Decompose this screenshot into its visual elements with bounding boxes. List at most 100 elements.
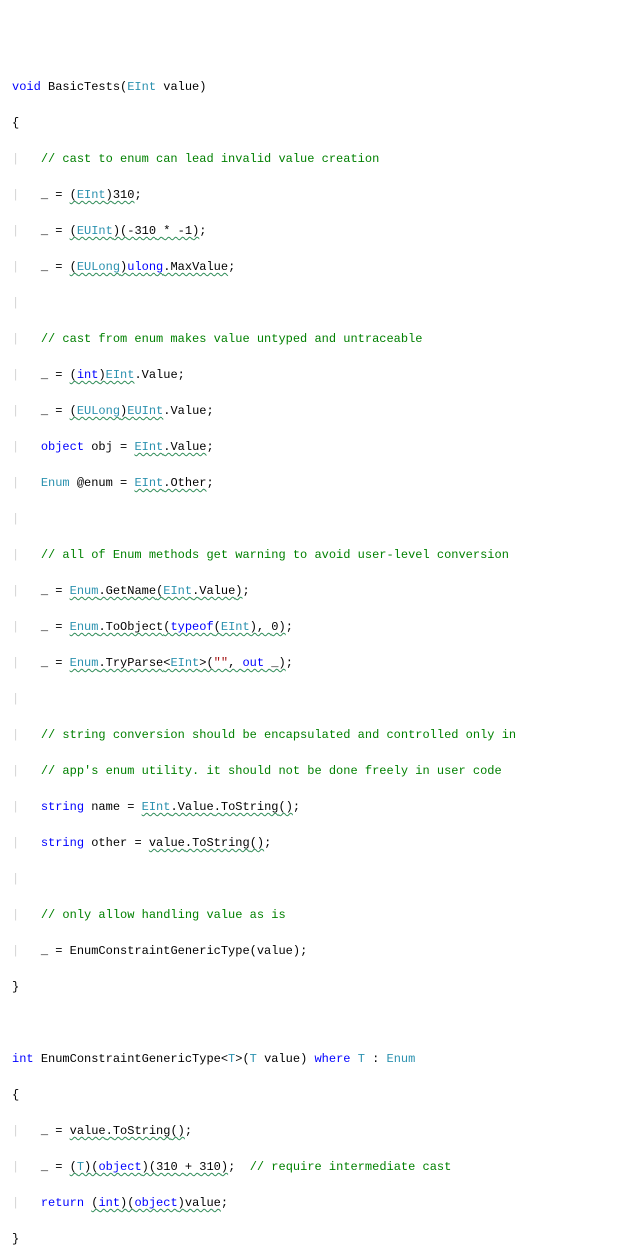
op-eq: = [55, 620, 62, 634]
discard: _ [41, 368, 48, 382]
blank-line: | [12, 690, 634, 708]
keyword-void: void [12, 80, 41, 94]
code-line: | _ = (EULong)EUInt.Value; [12, 402, 634, 420]
type-ref: T [77, 1160, 84, 1174]
cast-expr: (T)(object)(310 + 310) [70, 1160, 228, 1174]
member: Value [178, 800, 214, 814]
code-line: | object obj = EInt.Value; [12, 438, 634, 456]
code-line: } [12, 1230, 634, 1248]
code-line: | _ = (EUInt)(-310 * -1); [12, 222, 634, 240]
id: value [185, 1196, 221, 1210]
discard: _ [41, 404, 48, 418]
keyword: typeof [170, 620, 213, 634]
code-line: | _ = Enum.GetName(EInt.Value); [12, 582, 634, 600]
op-plus: + [185, 1160, 192, 1174]
num: -1 [178, 224, 192, 238]
comment: // only allow handling value as is [41, 908, 286, 922]
discard: _ [41, 656, 48, 670]
keyword: string [41, 800, 84, 814]
keyword: object [41, 440, 84, 454]
code-line: | _ = value.ToString(); [12, 1122, 634, 1140]
var-name: name [91, 800, 120, 814]
type-ref: T [358, 1052, 365, 1066]
cast-expr: (EULong)EUInt [70, 404, 164, 418]
code-line: | Enum @enum = EInt.Other; [12, 474, 634, 492]
code-line: | // all of Enum methods get warning to … [12, 546, 634, 564]
method: ToString [113, 1124, 171, 1138]
code-line: } [12, 978, 634, 996]
type-ref: EInt [221, 620, 250, 634]
method: EnumConstraintGenericType [70, 944, 250, 958]
type-arg: EInt [170, 656, 199, 670]
cast-expr: (EUInt)(-310 * -1) [70, 224, 200, 238]
method: TryParse [106, 656, 164, 670]
discard: _ [41, 260, 48, 274]
type-ref: ulong [127, 260, 163, 274]
num: 310 [199, 1160, 221, 1174]
id: value [149, 836, 185, 850]
op-eq: = [120, 476, 127, 490]
brace-open: { [12, 116, 19, 130]
type-ref: EInt [77, 188, 106, 202]
method-name: EnumConstraintGenericType [41, 1052, 221, 1066]
op-eq: = [55, 404, 62, 418]
call-expr: Enum.ToObject(typeof(EInt), 0) [70, 620, 286, 634]
type-ref: EInt [134, 476, 163, 490]
call-expr: Enum.GetName(EInt.Value) [70, 584, 243, 598]
type-ref: EUInt [127, 404, 163, 418]
op-eq: = [55, 656, 62, 670]
type-ref: Enum [70, 656, 99, 670]
type-ref: EInt [106, 368, 135, 382]
code-line: | _ = (EULong)ulong.MaxValue; [12, 258, 634, 276]
discard: _ [41, 224, 48, 238]
cast-expr: (EULong)ulong.MaxValue [70, 260, 228, 274]
blank-line: | [12, 510, 634, 528]
member: Value [199, 584, 235, 598]
expr: EInt.Value.ToString() [142, 800, 293, 814]
member: Value [170, 404, 206, 418]
keyword: out [242, 656, 264, 670]
member: Value [170, 440, 206, 454]
type-ref: object [134, 1196, 177, 1210]
method-name: BasicTests [48, 80, 120, 94]
code-line: | // cast from enum makes value untyped … [12, 330, 634, 348]
discard: _ [41, 584, 48, 598]
type-ref: int [98, 1196, 120, 1210]
method: ToString [192, 836, 250, 850]
op-star: * [163, 224, 170, 238]
op-eq: = [55, 368, 62, 382]
type-ref: Enum [70, 584, 99, 598]
type-ref: T [250, 1052, 257, 1066]
comment: // app's enum utility. it should not be … [41, 764, 502, 778]
op-eq: = [55, 1160, 62, 1174]
string: "" [214, 656, 228, 670]
arg: value [257, 944, 293, 958]
discard: _ [271, 656, 278, 670]
code-line: | // only allow handling value as is [12, 906, 634, 924]
type-ref: int [77, 368, 99, 382]
keyword: string [41, 836, 84, 850]
brace-close: } [12, 1232, 19, 1246]
op-eq: = [55, 584, 62, 598]
colon: : [372, 1052, 379, 1066]
member: Value [142, 368, 178, 382]
comment: // cast to enum can lead invalid value c… [41, 152, 379, 166]
num: 0 [271, 620, 278, 634]
code-line: | _ = Enum.ToObject(typeof(EInt), 0); [12, 618, 634, 636]
discard: _ [41, 1160, 48, 1174]
id: value [70, 1124, 106, 1138]
call-expr: Enum.TryParse<EInt>("", out _) [70, 656, 286, 670]
type-ref: Enum [387, 1052, 416, 1066]
code-line: | // app's enum utility. it should not b… [12, 762, 634, 780]
code-line: | _ = EnumConstraintGenericType(value); [12, 942, 634, 960]
var-name: obj [91, 440, 113, 454]
op-eq: = [127, 800, 134, 814]
expr: value.ToString() [70, 1124, 185, 1138]
method: ToObject [106, 620, 164, 634]
type-ref: Enum [70, 620, 99, 634]
blank-line: | [12, 870, 634, 888]
brace-close: } [12, 980, 19, 994]
var-name: other [91, 836, 127, 850]
type-ref: object [98, 1160, 141, 1174]
type-ref: EInt [142, 800, 171, 814]
